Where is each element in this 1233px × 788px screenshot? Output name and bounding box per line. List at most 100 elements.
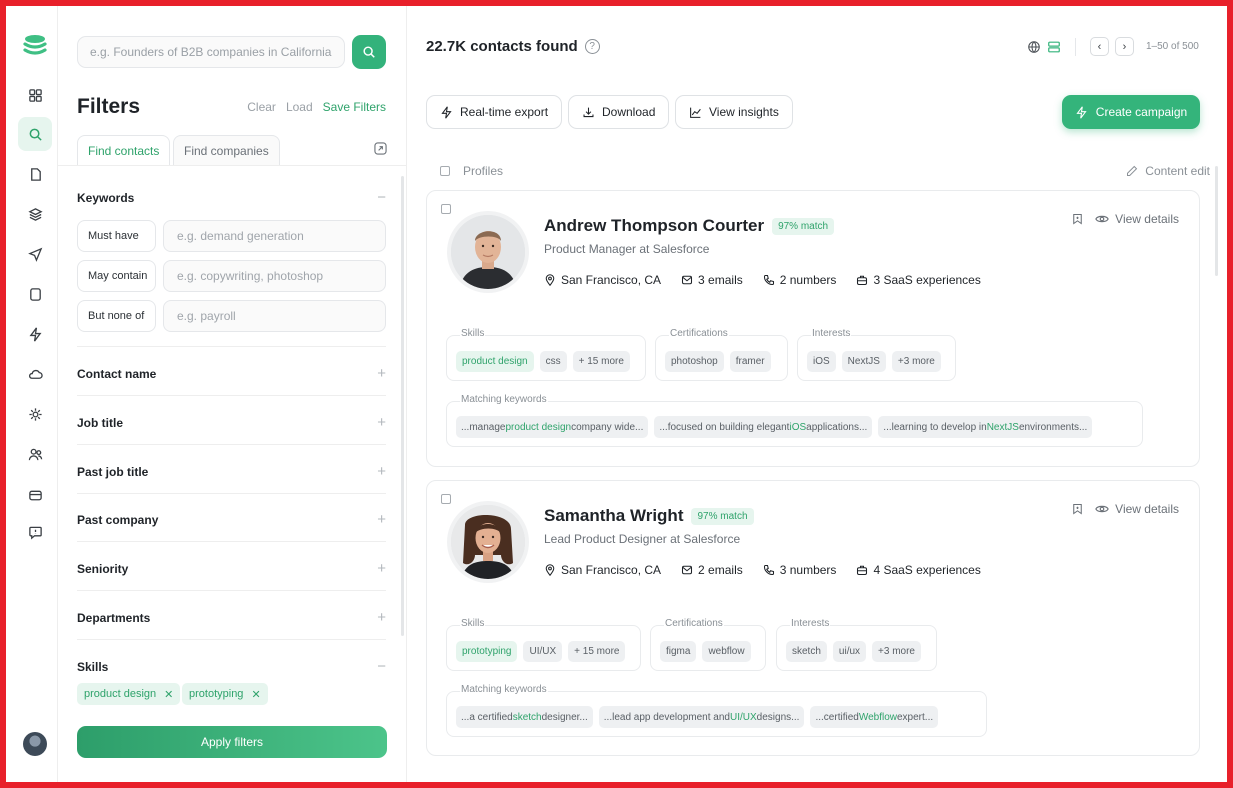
load-button[interactable]: Load <box>286 100 313 114</box>
skill-tag[interactable]: prototyping <box>456 641 518 662</box>
interest-tag[interactable]: ui/ux <box>832 641 867 662</box>
section-past-job-title[interactable]: Past job title + <box>77 463 386 480</box>
expand-plus-icon[interactable]: + <box>377 609 386 626</box>
more-tag[interactable]: + 15 more <box>568 641 626 662</box>
expand-plus-icon[interactable]: + <box>377 365 386 382</box>
users-icon[interactable] <box>18 437 52 471</box>
collapse-icon[interactable]: − <box>377 189 386 206</box>
skill-chip[interactable]: prototyping ✕ <box>182 683 268 705</box>
search-input[interactable]: e.g. Founders of B2B companies in Califo… <box>77 36 345 68</box>
real-time-export-button[interactable]: Real-time export <box>426 95 563 129</box>
keyword-snippet[interactable]: ...certified Webflow expert... <box>810 706 939 728</box>
keyword-snippet[interactable]: ...learning to develop in NextJS environ… <box>878 416 1093 438</box>
tab-find-companies[interactable]: Find companies <box>173 135 280 165</box>
more-tag[interactable]: + 15 more <box>572 351 630 372</box>
results-scrollbar[interactable] <box>1215 166 1218 276</box>
view-details-button[interactable]: View details <box>1095 502 1179 516</box>
tab-find-contacts[interactable]: Find contacts <box>77 135 171 165</box>
expand-icon[interactable] <box>374 142 387 155</box>
expand-plus-icon[interactable]: + <box>377 414 386 431</box>
next-page-button[interactable]: › <box>1115 37 1134 56</box>
search-nav-icon[interactable] <box>18 117 52 151</box>
interest-tag[interactable]: sketch <box>786 641 827 662</box>
keyword-snippet[interactable]: ...manage product design company wide... <box>456 416 649 438</box>
section-skills[interactable]: Skills − <box>77 658 386 675</box>
billing-card-icon[interactable] <box>18 478 52 512</box>
clear-button[interactable]: Clear <box>247 100 276 114</box>
cloud-icon[interactable] <box>18 357 52 391</box>
collapse-icon[interactable]: − <box>377 658 386 675</box>
expand-plus-icon[interactable]: + <box>377 560 386 577</box>
saas-experiences[interactable]: 4 SaaS experiences <box>856 563 981 577</box>
save-filters-button[interactable]: Save Filters <box>323 100 386 114</box>
more-tag[interactable]: +3 more <box>872 641 921 662</box>
view-insights-button[interactable]: View insights <box>675 95 793 129</box>
remove-chip-icon[interactable]: ✕ <box>164 688 173 701</box>
bookmark-icon[interactable] <box>1072 213 1083 225</box>
contact-name[interactable]: Andrew Thompson Courter 97% match <box>544 216 835 236</box>
remove-chip-icon[interactable]: ✕ <box>251 688 260 701</box>
saas-experiences[interactable]: 3 SaaS experiences <box>856 273 981 287</box>
interest-tag[interactable]: NextJS <box>841 351 886 372</box>
file-icon[interactable] <box>18 277 52 311</box>
search-button[interactable] <box>352 35 386 69</box>
cert-tag[interactable]: figma <box>660 641 697 662</box>
section-job-title[interactable]: Job title + <box>77 414 386 431</box>
skill-tag[interactable]: product design <box>456 351 534 372</box>
settings-gear-icon[interactable] <box>18 397 52 431</box>
numbers[interactable]: 3 numbers <box>763 563 836 577</box>
emails[interactable]: 3 emails <box>681 273 743 287</box>
keyword-snippet[interactable]: ...lead app development and UI/UX design… <box>598 706 805 728</box>
prev-page-button[interactable]: ‹ <box>1090 37 1109 56</box>
layers-icon[interactable] <box>18 197 52 231</box>
globe-icon[interactable] <box>1027 40 1041 54</box>
keywords-section-header[interactable]: Keywords − <box>77 189 386 206</box>
create-campaign-button[interactable]: Create campaign <box>1062 95 1200 129</box>
contact-checkbox[interactable] <box>441 204 451 214</box>
more-tag[interactable]: +3 more <box>891 351 941 372</box>
filters-scrollbar[interactable] <box>401 176 404 636</box>
interest-tag[interactable]: iOS <box>807 351 836 372</box>
must-have-input[interactable]: e.g. demand generation <box>163 220 386 252</box>
section-departments[interactable]: Departments + <box>77 609 386 626</box>
content-edit-button[interactable]: Content edit <box>1126 164 1210 178</box>
keyword-snippet[interactable]: ...focused on building elegant iOS appli… <box>654 416 873 438</box>
send-icon[interactable] <box>18 237 52 271</box>
skill-chip[interactable]: product design ✕ <box>77 683 181 705</box>
support-chat-icon[interactable] <box>18 515 52 549</box>
list-view-icon[interactable] <box>1047 40 1061 54</box>
numbers[interactable]: 2 numbers <box>763 273 836 287</box>
cert-tag[interactable]: webflow <box>702 641 751 662</box>
but-none-of-input[interactable]: e.g. payroll <box>163 300 386 332</box>
cert-tag[interactable]: framer <box>729 351 771 372</box>
lightning-icon[interactable] <box>18 317 52 351</box>
contact-name[interactable]: Samantha Wright 97% match <box>544 506 754 526</box>
download-button[interactable]: Download <box>568 95 670 129</box>
snippet-text: ...focused on building elegant <box>659 421 790 433</box>
select-all-checkbox[interactable] <box>440 166 450 176</box>
section-contact-name[interactable]: Contact name + <box>77 365 386 382</box>
section-past-company[interactable]: Past company + <box>77 511 386 528</box>
apply-filters-button[interactable]: Apply filters <box>77 726 387 758</box>
filters-title: Filters <box>77 95 141 118</box>
document-icon[interactable] <box>18 157 52 191</box>
expand-plus-icon[interactable]: + <box>377 511 386 528</box>
view-details: View details <box>1072 212 1179 226</box>
help-icon[interactable]: ? <box>584 39 600 54</box>
skill-tag[interactable]: UI/UX <box>523 641 563 662</box>
select-all[interactable]: Profiles <box>440 164 503 178</box>
bookmark-icon[interactable] <box>1072 503 1083 515</box>
view-details-button[interactable]: View details <box>1095 212 1179 226</box>
contact-card[interactable]: Andrew Thompson Courter 97% match Produc… <box>426 190 1200 467</box>
skill-tag[interactable]: css <box>539 351 567 372</box>
may-contain-input[interactable]: e.g. copywriting, photoshop <box>163 260 386 292</box>
expand-plus-icon[interactable]: + <box>377 463 386 480</box>
dashboard-icon[interactable] <box>18 78 52 112</box>
contact-card[interactable]: Samantha Wright 97% match Lead Product D… <box>426 480 1200 756</box>
section-seniority[interactable]: Seniority + <box>77 560 386 577</box>
emails[interactable]: 2 emails <box>681 563 743 577</box>
cert-tag[interactable]: photoshop <box>665 351 724 372</box>
user-avatar[interactable] <box>23 732 47 756</box>
keyword-snippet[interactable]: ...a certified sketch designer... <box>456 706 593 728</box>
contact-checkbox[interactable] <box>441 494 451 504</box>
